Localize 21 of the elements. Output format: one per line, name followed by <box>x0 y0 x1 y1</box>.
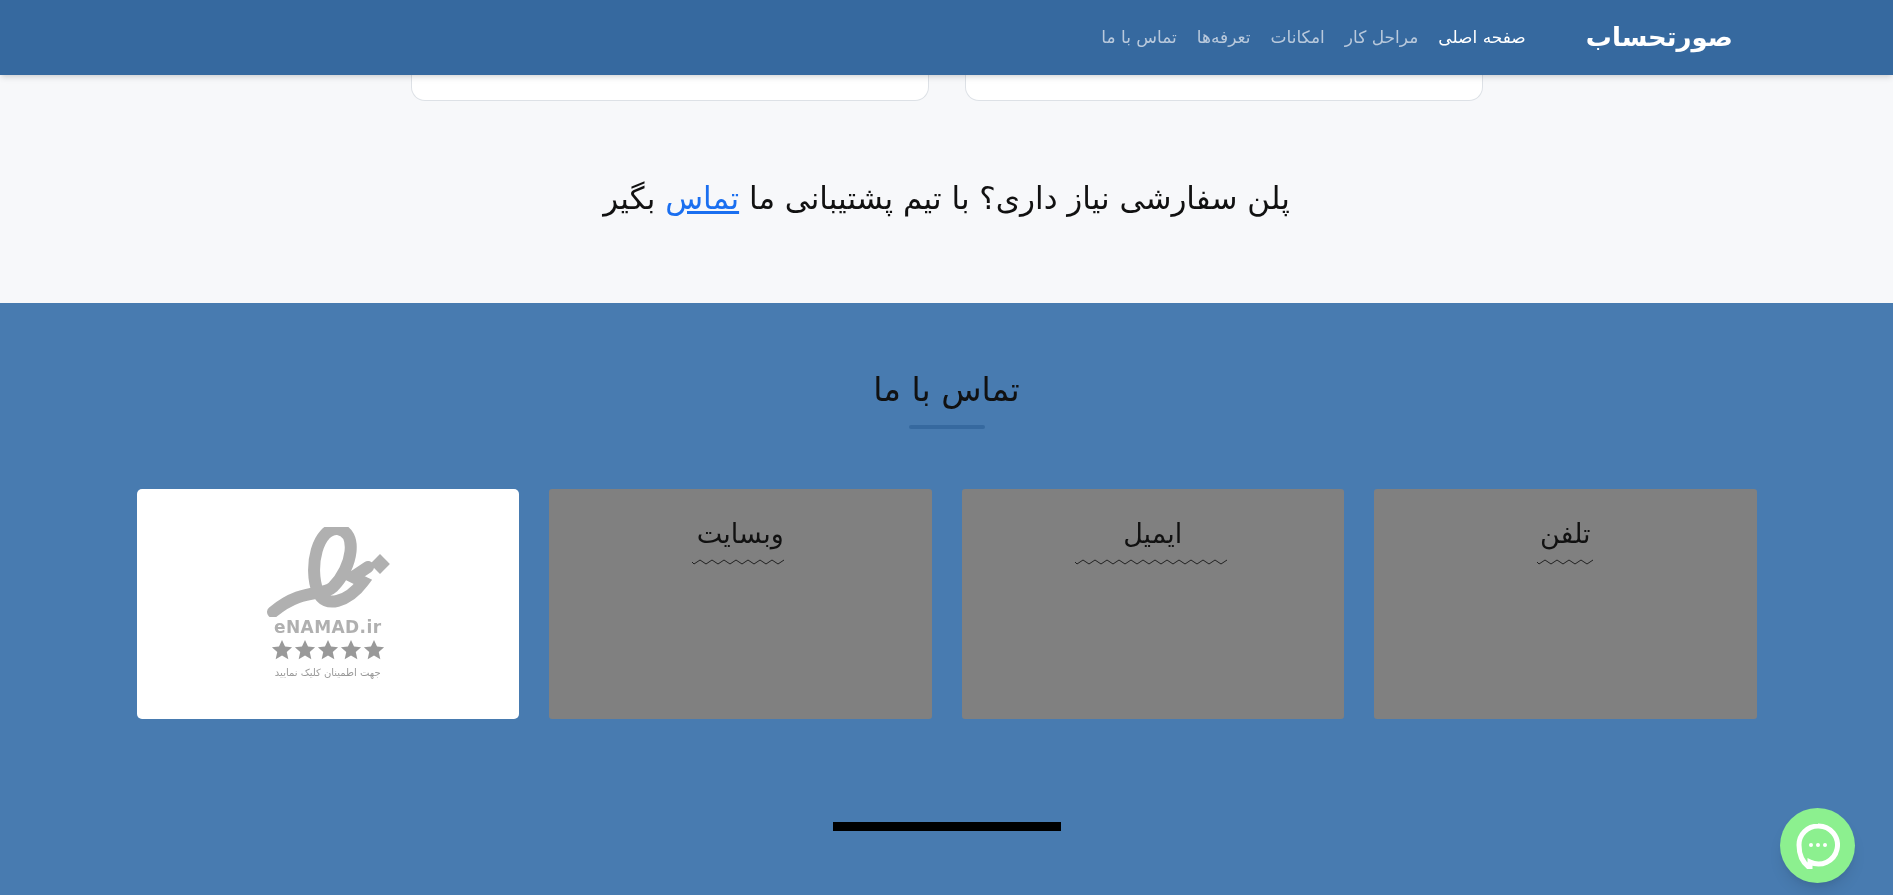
section-title: تماس با ما <box>873 369 1020 411</box>
custom-plan-text: پلن سفارشی نیاز داری؟ با تیم پشتیبانی ما تماس بگیر <box>601 179 1291 219</box>
filled-star-icon <box>339 638 362 661</box>
nav-link[interactable]: تعرفه‌ها <box>1196 24 1251 51</box>
filled-star-icon <box>362 638 385 661</box>
nav-link[interactable]: مراحل کار <box>1344 24 1419 51</box>
filled-star-icon <box>316 638 339 661</box>
filled-star-icon <box>270 638 293 661</box>
contact-link[interactable]: تماس <box>665 180 740 216</box>
brand-logo[interactable]: صورتحساب <box>1585 18 1733 57</box>
badge-caption: جهت اطمینان کلیک نمایید <box>274 665 381 680</box>
card-title: ایمیل <box>1123 516 1183 551</box>
filled-star-icon <box>293 638 316 661</box>
nav-link[interactable]: امکانات <box>1270 24 1325 51</box>
card-title: تلفن <box>1539 516 1591 551</box>
nav-link[interactable]: صفحه اصلی <box>1438 24 1526 51</box>
nav-link[interactable]: تماس با ما <box>1101 24 1177 51</box>
chat-bubble-icon <box>1795 822 1840 869</box>
scribble-drawing <box>1535 558 1596 567</box>
badge-brand: eNAMAD.ir <box>273 617 382 639</box>
card-title: وبسایت <box>696 516 784 551</box>
